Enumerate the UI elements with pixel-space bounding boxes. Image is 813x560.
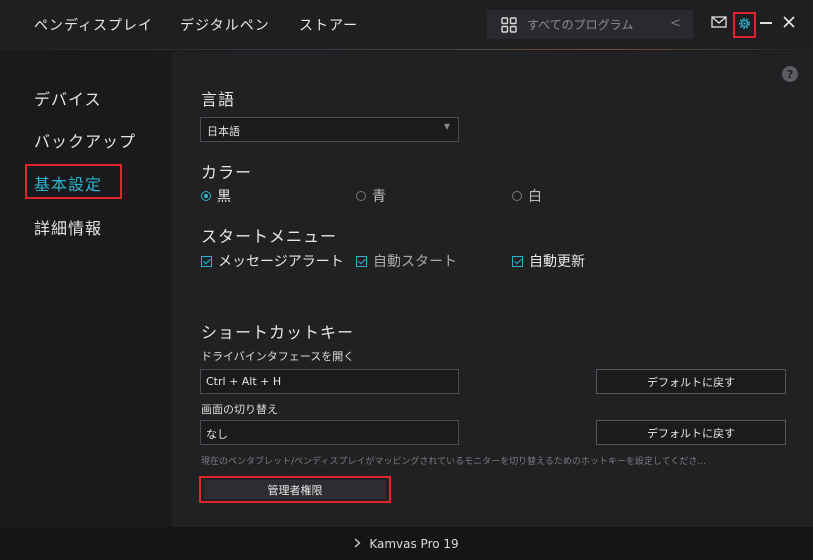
language-heading: 言語: [201, 90, 236, 109]
gear-icon: [737, 16, 752, 35]
checkbox-auto-start[interactable]: 自動スタート: [356, 251, 457, 271]
switch-screen-label: 画面の切り替え: [201, 403, 278, 416]
grid-icon: [495, 16, 523, 33]
mail-icon[interactable]: [711, 14, 727, 33]
language-select[interactable]: 日本語 ▼: [200, 117, 459, 142]
shortcut-heading: ショートカットキー: [201, 323, 355, 342]
start-menu-heading: スタートメニュー: [201, 227, 338, 246]
minimize-icon[interactable]: [760, 22, 772, 24]
chevron-right-icon: [354, 537, 361, 551]
checkbox-checked-icon: [201, 255, 212, 267]
color-option-blue[interactable]: 青: [356, 186, 386, 206]
checkbox-checked-icon: [356, 255, 367, 267]
open-driver-reset-button[interactable]: デフォルトに戻す: [596, 369, 786, 394]
checkbox-message-alert[interactable]: メッセージアラート: [201, 251, 344, 271]
checkbox-checked-icon: [512, 255, 523, 267]
chevron-left-icon[interactable]: <: [670, 16, 681, 31]
color-option-white[interactable]: 白: [512, 186, 542, 206]
radio-icon: [356, 191, 366, 201]
open-driver-hotkey-field[interactable]: Ctrl + Alt + H: [200, 369, 459, 394]
top-bar: ペンディスプレイ デジタルペン ストアー すべてのプログラム <: [0, 0, 813, 50]
close-icon[interactable]: [782, 14, 796, 33]
shortcut-hint-text: 現在のペンタブレット/ペンディスプレイがマッピングされているモニターを切り替える…: [201, 457, 706, 467]
checkbox-auto-update[interactable]: 自動更新: [512, 251, 585, 271]
switch-screen-reset-button[interactable]: デフォルトに戻す: [596, 420, 786, 445]
nav-digital-pen[interactable]: デジタルペン: [180, 0, 270, 50]
color-option-black[interactable]: 黒: [201, 186, 231, 206]
color-option-label: 白: [528, 189, 542, 205]
color-option-label: 青: [372, 189, 386, 205]
radio-icon: [512, 191, 522, 201]
sidebar: デバイス バックアップ 基本設定 詳細情報: [0, 51, 172, 527]
sidebar-item-backup[interactable]: バックアップ: [34, 128, 136, 152]
program-selector-label: すべてのプログラム: [527, 18, 634, 32]
switch-screen-hotkey-field[interactable]: なし: [200, 420, 459, 445]
device-name: Kamvas Pro 19: [369, 536, 459, 551]
open-driver-label: ドライバインタフェースを開く: [201, 350, 355, 363]
caret-down-icon: ▼: [443, 122, 450, 131]
nav-pen-display[interactable]: ペンディスプレイ: [34, 0, 153, 50]
sidebar-item-device[interactable]: デバイス: [34, 86, 102, 110]
settings-panel: ? 言語 日本語 ▼ カラー 黒 青 白 スタートメニュー メッセージアラート …: [172, 51, 813, 527]
admin-permission-button[interactable]: 管理者権限: [204, 480, 386, 499]
sidebar-item-details[interactable]: 詳細情報: [34, 215, 102, 239]
checkbox-label: 自動スタート: [373, 254, 457, 270]
settings-button[interactable]: [733, 12, 756, 38]
help-icon[interactable]: ?: [782, 66, 798, 82]
language-select-value: 日本語: [207, 125, 240, 138]
nav-store[interactable]: ストアー: [299, 0, 358, 50]
program-selector[interactable]: すべてのプログラム <: [487, 10, 693, 39]
checkbox-label: 自動更新: [529, 254, 585, 270]
checkbox-label: メッセージアラート: [218, 254, 344, 270]
color-heading: カラー: [201, 163, 253, 182]
device-footer[interactable]: Kamvas Pro 19: [0, 527, 813, 560]
color-option-label: 黒: [217, 189, 231, 205]
sidebar-item-basic-settings[interactable]: 基本設定: [34, 171, 102, 195]
radio-selected-icon: [201, 191, 211, 201]
admin-button-highlight: 管理者権限: [199, 476, 391, 503]
